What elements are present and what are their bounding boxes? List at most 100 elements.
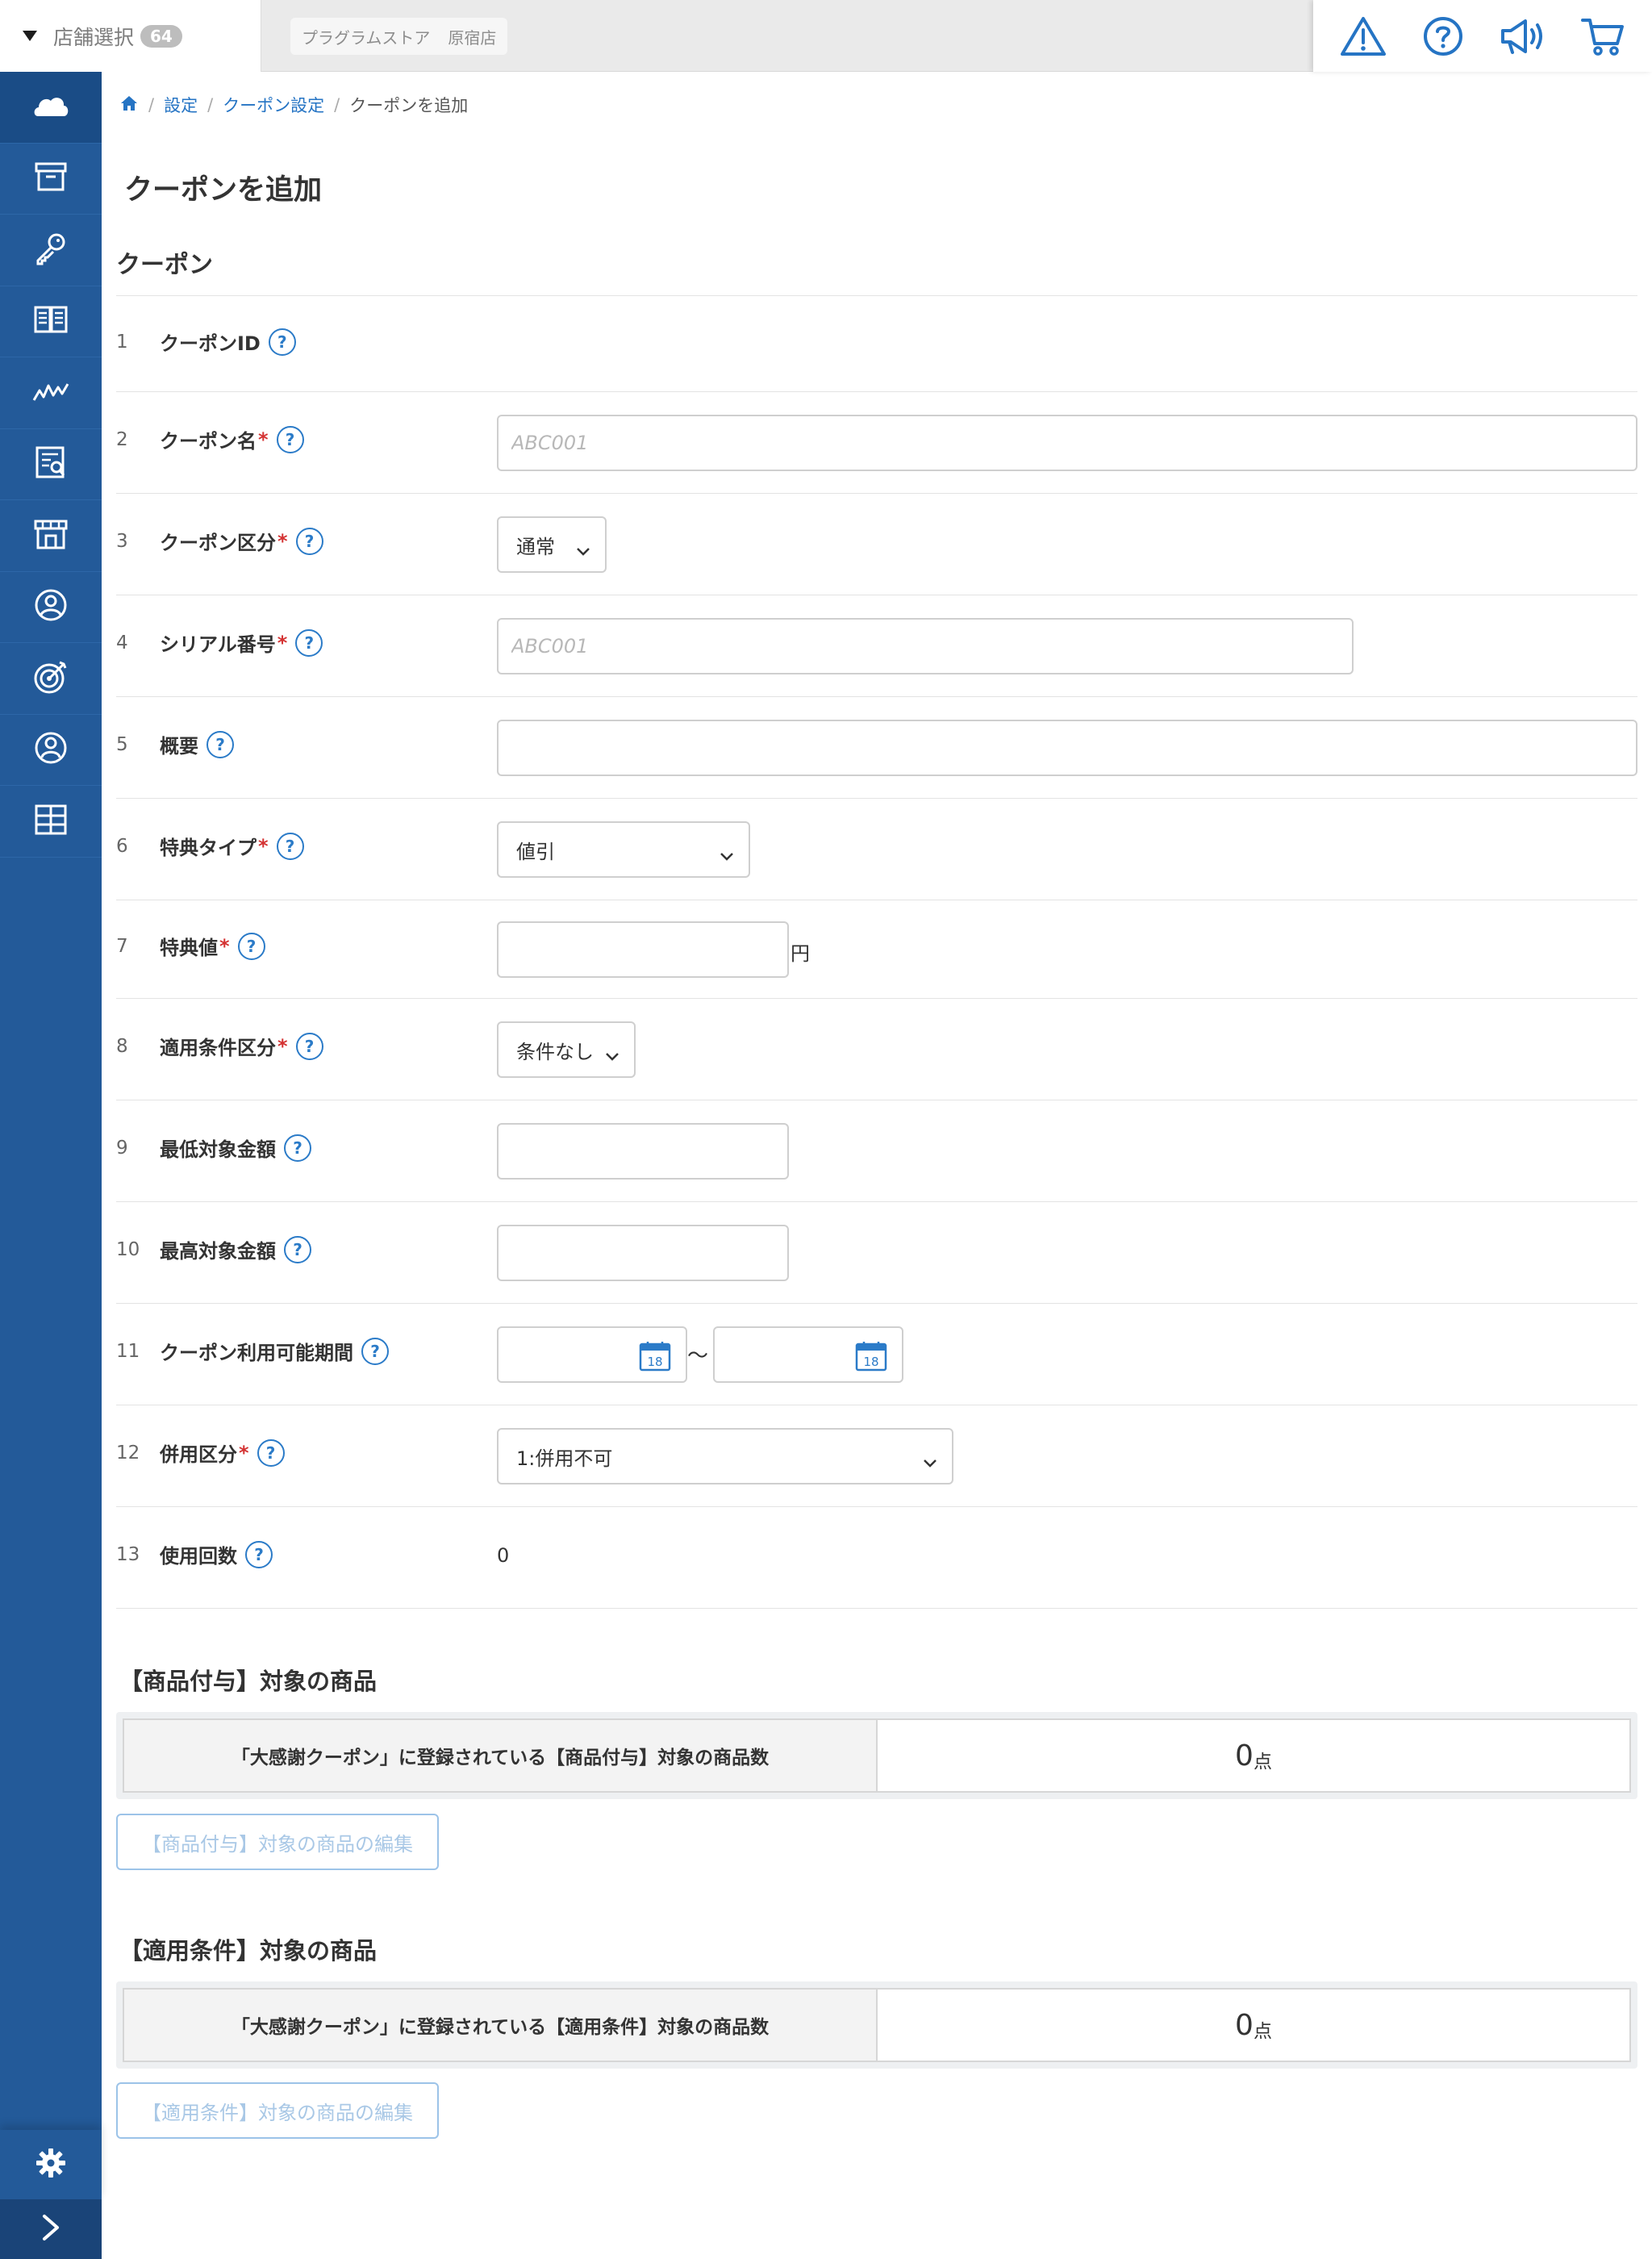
help-icon[interactable]: ? <box>295 527 323 555</box>
row-label-text: 特典タイプ <box>160 837 257 859</box>
row-label-text: 概要 <box>160 735 198 758</box>
store-count-badge: 64 <box>140 24 182 48</box>
sidebar-item-report[interactable] <box>0 429 102 500</box>
grant-products-count: 0 <box>1235 1739 1254 1773</box>
count-table-cell: 0点 <box>878 1990 1629 2061</box>
row-label-text: クーポンID <box>160 332 261 355</box>
row-number: 5 <box>116 734 128 755</box>
help-icon[interactable]: ? <box>361 1337 389 1365</box>
store-select-dropdown[interactable]: 店舗選択 64 <box>0 0 261 72</box>
breadcrumb-settings[interactable]: 設定 <box>164 93 198 117</box>
help-icon[interactable]: ? <box>257 1438 285 1467</box>
help-icon[interactable]: ? <box>276 832 304 860</box>
row-label: 使用回数 ? <box>160 1540 273 1568</box>
store-branch: 原宿店 <box>448 27 497 48</box>
unit-yen: 円 <box>791 942 810 965</box>
sidebar-item-grid[interactable] <box>0 786 102 858</box>
store-select-label: 店舗選択 <box>53 25 135 49</box>
benefit-type-select[interactable]: 値引 <box>497 821 750 878</box>
max-amount-input[interactable] <box>497 1225 789 1281</box>
row-label-text: シリアル番号 <box>160 633 276 656</box>
sidebar-item-archive[interactable] <box>0 144 102 215</box>
edit-grant-products-button[interactable]: 【商品付与】対象の商品の編集 <box>116 1814 439 1870</box>
help-circle-icon[interactable] <box>1417 10 1469 62</box>
chevron-down-icon <box>576 539 590 562</box>
help-icon[interactable]: ? <box>284 1235 311 1263</box>
help-icon[interactable]: ? <box>245 1540 273 1568</box>
chart-line-icon <box>32 379 69 407</box>
breadcrumb-home[interactable] <box>119 94 139 116</box>
row-label: 最高対象金額 ? <box>160 1235 311 1263</box>
condition-category-select[interactable]: 条件なし <box>497 1021 636 1078</box>
settings-button[interactable] <box>0 2130 102 2199</box>
coupon-name-input[interactable] <box>497 415 1637 471</box>
edit-condition-products-button[interactable]: 【適用条件】対象の商品の編集 <box>116 2082 439 2139</box>
form-row-combination: 12 併用区分 * ? 1:併用不可 <box>116 1405 1637 1507</box>
calendar-icon[interactable]: 18 <box>639 1341 671 1376</box>
member-icon <box>34 731 68 768</box>
row-number: 4 <box>116 633 128 653</box>
store-icon <box>33 518 69 553</box>
row-label: 併用区分 * ? <box>160 1438 285 1467</box>
sidebar-item-member[interactable] <box>0 715 102 786</box>
key-icon <box>34 232 68 269</box>
gear-icon <box>35 2147 67 2182</box>
cart-icon[interactable] <box>1577 10 1629 62</box>
row-number: 8 <box>116 1036 128 1057</box>
form-row-usage-count: 13 使用回数 ? 0 <box>116 1507 1637 1609</box>
required-mark: * <box>239 1441 249 1464</box>
form-row-serial-number: 4 シリアル番号 * ? <box>116 595 1637 697</box>
sidebar-item-analytics[interactable] <box>0 357 102 429</box>
announcement-icon[interactable] <box>1497 10 1549 62</box>
help-icon[interactable]: ? <box>284 1134 311 1162</box>
page-title: クーポンを追加 <box>124 174 323 207</box>
count-table-row: 「大感謝クーポン」に登録されている【適用条件】対象の商品数 0点 <box>123 1988 1631 2062</box>
help-icon[interactable]: ? <box>276 425 304 453</box>
breadcrumb-coupon-settings[interactable]: クーポン設定 <box>223 93 324 117</box>
period-end-input[interactable]: 18 <box>713 1326 903 1383</box>
select-value: 通常 <box>516 535 555 558</box>
warning-icon[interactable] <box>1337 10 1389 62</box>
home-icon <box>119 95 139 116</box>
row-label-text: クーポン利用可能期間 <box>160 1342 353 1364</box>
row-number: 2 <box>116 429 128 450</box>
help-icon[interactable]: ? <box>206 730 234 758</box>
help-icon[interactable]: ? <box>268 328 296 356</box>
coupon-category-select[interactable]: 通常 <box>497 516 607 573</box>
sidebar-item-book[interactable] <box>0 286 102 357</box>
summary-input[interactable] <box>497 720 1637 776</box>
chevron-down-icon <box>605 1044 620 1067</box>
sidebar-item-cloud[interactable] <box>0 72 102 144</box>
count-table-header: 「大感謝クーポン」に登録されている【商品付与】対象の商品数 <box>124 1720 878 1791</box>
sidebar-item-customer[interactable] <box>0 572 102 643</box>
row-label-text: 最低対象金額 <box>160 1138 276 1161</box>
sidebar-item-store[interactable] <box>0 500 102 572</box>
caret-down-icon <box>23 31 37 41</box>
help-icon[interactable]: ? <box>295 1032 323 1060</box>
row-label-text: 最高対象金額 <box>160 1240 276 1263</box>
row-number: 12 <box>116 1443 140 1464</box>
benefit-value-input[interactable] <box>497 921 789 978</box>
breadcrumb: / 設定 / クーポン設定 / クーポンを追加 <box>119 93 468 117</box>
min-amount-input[interactable] <box>497 1123 789 1180</box>
calendar-icon[interactable]: 18 <box>855 1341 887 1376</box>
sidebar-item-key[interactable] <box>0 215 102 286</box>
chevron-down-icon <box>720 844 734 866</box>
count-unit: 点 <box>1253 2021 1272 2042</box>
usage-count-value: 0 <box>497 1544 510 1567</box>
sidebar-item-target[interactable] <box>0 643 102 715</box>
help-icon[interactable]: ? <box>295 628 323 657</box>
help-icon[interactable]: ? <box>237 932 265 960</box>
store-brand: プラグラムストア <box>302 27 431 48</box>
chevron-right-icon <box>41 2213 60 2245</box>
combination-select[interactable]: 1:併用不可 <box>497 1428 953 1484</box>
select-value: 1:併用不可 <box>516 1447 613 1470</box>
serial-number-input[interactable] <box>497 618 1354 674</box>
row-number: 10 <box>116 1239 140 1260</box>
count-table-cell: 0点 <box>878 1720 1629 1791</box>
period-start-input[interactable]: 18 <box>497 1326 687 1383</box>
sidebar-expand-button[interactable] <box>0 2199 102 2259</box>
current-store-name: プラグラムストア 原宿店 <box>290 18 508 55</box>
required-mark: * <box>277 529 288 553</box>
row-label: 最低対象金額 ? <box>160 1134 311 1162</box>
